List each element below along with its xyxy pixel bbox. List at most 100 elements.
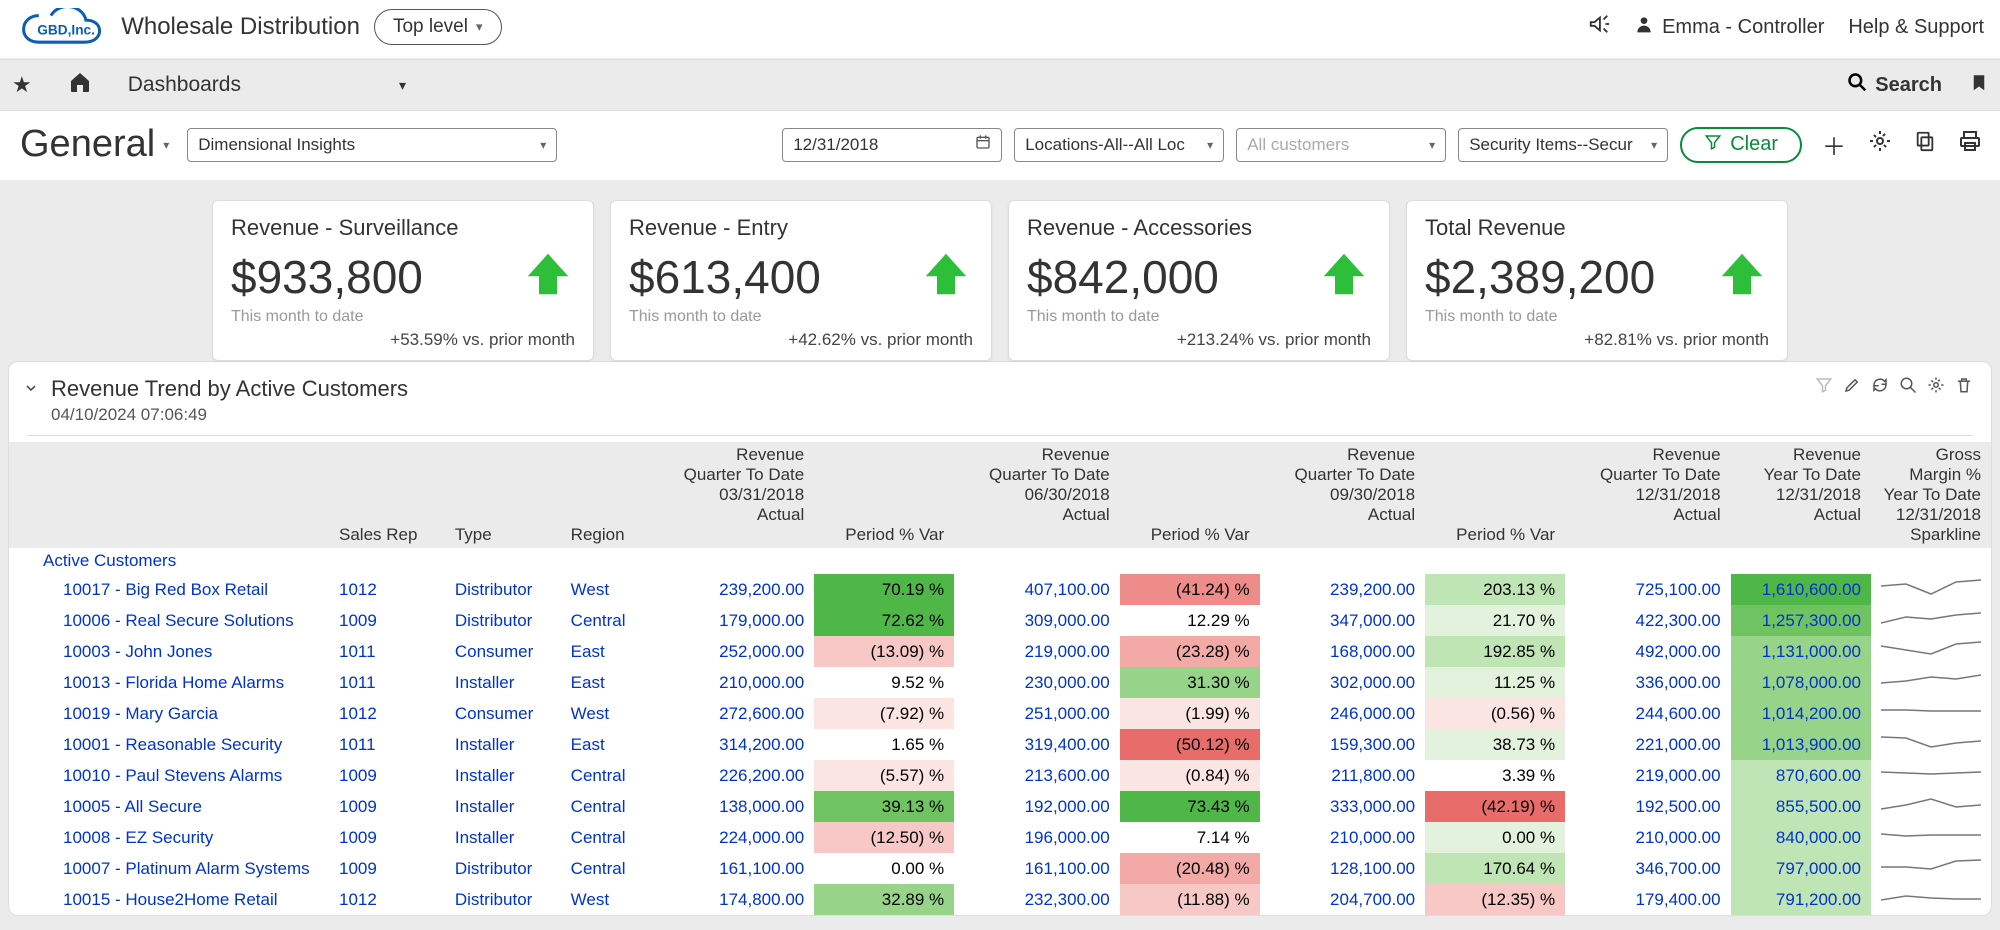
type-link[interactable]: Distributor — [445, 884, 561, 915]
group-label: Active Customers — [9, 548, 1991, 574]
region-link[interactable]: Central — [561, 605, 649, 636]
region-link[interactable]: Central — [561, 760, 649, 791]
customer-link[interactable]: 10006 - Real Secure Solutions — [9, 605, 329, 636]
region-link[interactable]: East — [561, 729, 649, 760]
customer-link[interactable]: 10007 - Platinum Alarm Systems — [9, 853, 329, 884]
gear-icon[interactable] — [1868, 129, 1892, 160]
kpi-card[interactable]: Revenue - Entry $613,400 This month to d… — [610, 200, 992, 361]
region-link[interactable]: Central — [561, 791, 649, 822]
customer-link[interactable]: 10013 - Florida Home Alarms — [9, 667, 329, 698]
card-foot: +213.24% vs. prior month — [1027, 330, 1371, 350]
q3-var: (41.24) % — [1120, 574, 1260, 605]
q3-var: 7.14 % — [1120, 822, 1260, 853]
type-link[interactable]: Distributor — [445, 574, 561, 605]
rep-link[interactable]: 1012 — [329, 574, 445, 605]
customer-link[interactable]: 10003 - John Jones — [9, 636, 329, 667]
rep-link[interactable]: 1011 — [329, 636, 445, 667]
rep-link[interactable]: 1009 — [329, 760, 445, 791]
chevron-down-icon: ▾ — [399, 77, 406, 94]
q4-var: 38.73 % — [1425, 729, 1565, 760]
collapse-icon[interactable] — [23, 376, 39, 401]
clear-button[interactable]: Clear — [1680, 127, 1802, 163]
kpi-card[interactable]: Total Revenue $2,389,200 This month to d… — [1406, 200, 1788, 361]
insight-select[interactable]: Dimensional Insights ▾ — [187, 128, 557, 162]
rep-link[interactable]: 1009 — [329, 791, 445, 822]
navbar-right: Search — [1847, 71, 1988, 99]
q4-var: (12.35) % — [1425, 884, 1565, 915]
rep-link[interactable]: 1012 — [329, 698, 445, 729]
refresh-icon[interactable] — [1871, 376, 1889, 400]
customer-link[interactable]: 10015 - House2Home Retail — [9, 884, 329, 915]
customer-link[interactable]: 10017 - Big Red Box Retail — [9, 574, 329, 605]
q1-actual: 179,000.00 — [649, 605, 815, 636]
help-link[interactable]: Help & Support — [1848, 16, 1984, 39]
rep-link[interactable]: 1009 — [329, 822, 445, 853]
region-link[interactable]: West — [561, 574, 649, 605]
table-row: 10017 - Big Red Box Retail 1012 Distribu… — [9, 574, 1991, 605]
customer-link[interactable]: 10001 - Reasonable Security — [9, 729, 329, 760]
top-level-selector[interactable]: Top level ▾ — [374, 9, 502, 45]
q2-var: 0.00 % — [814, 853, 954, 884]
rep-link[interactable]: 1009 — [329, 853, 445, 884]
trash-icon[interactable] — [1955, 376, 1973, 400]
q2-var: (12.50) % — [814, 822, 954, 853]
q3-var: (1.99) % — [1120, 698, 1260, 729]
customer-link[interactable]: 10010 - Paul Stevens Alarms — [9, 760, 329, 791]
page-title-group[interactable]: General ▾ — [20, 123, 169, 166]
q4-var: 11.25 % — [1425, 667, 1565, 698]
customers-select[interactable]: All customers ▾ — [1236, 128, 1446, 162]
region-link[interactable]: Central — [561, 853, 649, 884]
gear-icon[interactable] — [1927, 376, 1945, 400]
type-link[interactable]: Installer — [445, 729, 561, 760]
megaphone-icon[interactable] — [1588, 13, 1610, 41]
copy-icon[interactable] — [1914, 130, 1936, 159]
q3-actual: 210,000.00 — [1260, 822, 1426, 853]
user-group[interactable]: Emma - Controller — [1634, 14, 1824, 40]
chevron-down-icon: ▾ — [476, 19, 483, 35]
region-link[interactable]: East — [561, 667, 649, 698]
kpi-card[interactable]: Revenue - Accessories $842,000 This mont… — [1008, 200, 1390, 361]
date-select[interactable]: 12/31/2018 — [782, 128, 1002, 162]
logo[interactable]: GBD,Inc. — [16, 8, 107, 46]
revenue-trend-panel: Revenue Trend by Active Customers 04/10/… — [8, 361, 1992, 916]
bookmark-icon[interactable] — [1970, 71, 1988, 99]
region-link[interactable]: West — [561, 884, 649, 915]
region-link[interactable]: Central — [561, 822, 649, 853]
chevron-down-icon: ▾ — [1421, 138, 1435, 152]
kpi-card[interactable]: Revenue - Surveillance $933,800 This mon… — [212, 200, 594, 361]
card-foot: +42.62% vs. prior month — [629, 330, 973, 350]
security-select[interactable]: Security Items--Secur ▾ — [1458, 128, 1668, 162]
type-link[interactable]: Distributor — [445, 605, 561, 636]
customer-link[interactable]: 10008 - EZ Security — [9, 822, 329, 853]
type-link[interactable]: Installer — [445, 760, 561, 791]
region-link[interactable]: West — [561, 698, 649, 729]
customer-link[interactable]: 10019 - Mary Garcia — [9, 698, 329, 729]
q3-actual: 239,200.00 — [1260, 574, 1426, 605]
location-select[interactable]: Locations-All--All Loc ▾ — [1014, 128, 1224, 162]
print-icon[interactable] — [1958, 129, 1982, 160]
type-link[interactable]: Installer — [445, 667, 561, 698]
plus-icon[interactable]: ＋ — [1822, 127, 1846, 162]
search-icon[interactable] — [1899, 376, 1917, 400]
q1-actual: 239,200.00 — [649, 574, 815, 605]
pencil-icon[interactable] — [1843, 376, 1861, 400]
dashboards-menu[interactable]: Dashboards ▾ — [128, 73, 406, 97]
rep-link[interactable]: 1011 — [329, 729, 445, 760]
rep-link[interactable]: 1011 — [329, 667, 445, 698]
type-link[interactable]: Installer — [445, 791, 561, 822]
type-link[interactable]: Consumer — [445, 698, 561, 729]
funnel-icon[interactable] — [1815, 376, 1833, 400]
card-title: Revenue - Surveillance — [231, 215, 575, 241]
search-button[interactable]: Search — [1847, 72, 1942, 98]
group-row[interactable]: Active Customers — [9, 548, 1991, 574]
type-link[interactable]: Distributor — [445, 853, 561, 884]
type-link[interactable]: Consumer — [445, 636, 561, 667]
rep-link[interactable]: 1012 — [329, 884, 445, 915]
star-icon[interactable]: ★ — [12, 72, 32, 98]
rep-link[interactable]: 1009 — [329, 605, 445, 636]
type-link[interactable]: Installer — [445, 822, 561, 853]
home-icon[interactable] — [68, 70, 92, 100]
ytd-actual: 1,078,000.00 — [1731, 667, 1871, 698]
region-link[interactable]: East — [561, 636, 649, 667]
customer-link[interactable]: 10005 - All Secure — [9, 791, 329, 822]
